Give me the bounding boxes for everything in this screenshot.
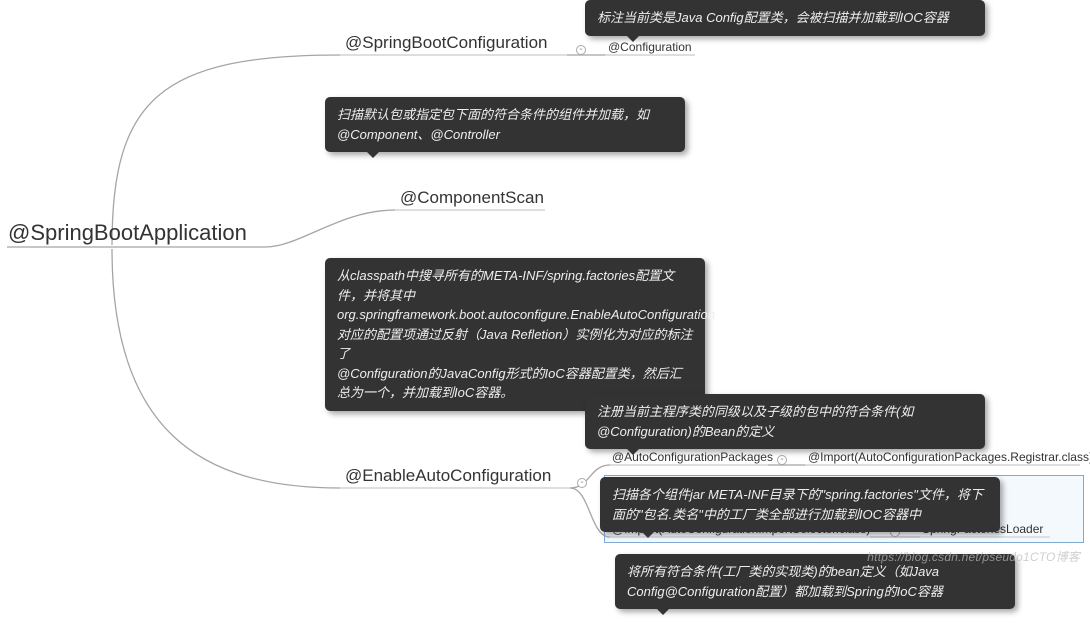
tooltip-springbootconfiguration: 标注当前类是Java Config配置类，会被扫描并加载到IOC容器 [585, 0, 985, 36]
collapse-icon[interactable]: - [777, 455, 787, 465]
node-springbootconfiguration[interactable]: @SpringBootConfiguration [345, 33, 548, 53]
leaf-import-registrar[interactable]: @Import(AutoConfigurationPackages.Regist… [808, 450, 1090, 464]
root-node[interactable]: @SpringBootApplication [8, 220, 247, 246]
node-enableautoconfiguration[interactable]: @EnableAutoConfiguration [345, 466, 551, 486]
leaf-configuration[interactable]: @Configuration [608, 40, 692, 54]
tooltip-line: org.springframework.boot.autoconfigure.E… [337, 307, 715, 322]
tooltip-enableautoconfiguration: 从classpath中搜寻所有的META-INF/spring.factorie… [325, 258, 705, 411]
watermark: https://blog.csdn.net/pseudo1CTO博客 [867, 548, 1080, 565]
tooltip-line: 对应的配置项通过反射（Java Refletion）实例化为对应的标注了 [337, 327, 692, 362]
tooltip-import-selector: 扫描各个组件jar META-INF目录下的"spring.factories"… [600, 477, 1000, 532]
node-componentscan[interactable]: @ComponentScan [400, 188, 544, 208]
collapse-icon[interactable]: - [577, 478, 587, 488]
collapse-icon[interactable]: - [576, 45, 586, 55]
tooltip-line: 从classpath中搜寻所有的META-INF/spring.factorie… [337, 268, 674, 303]
tooltip-componentscan: 扫描默认包或指定包下面的符合条件的组件并加载，如 @Component、@Con… [325, 97, 685, 152]
tooltip-autoconfigurationpackages: 注册当前主程序类的同级以及子级的包中的符合条件(如@Configuration)… [585, 394, 985, 449]
